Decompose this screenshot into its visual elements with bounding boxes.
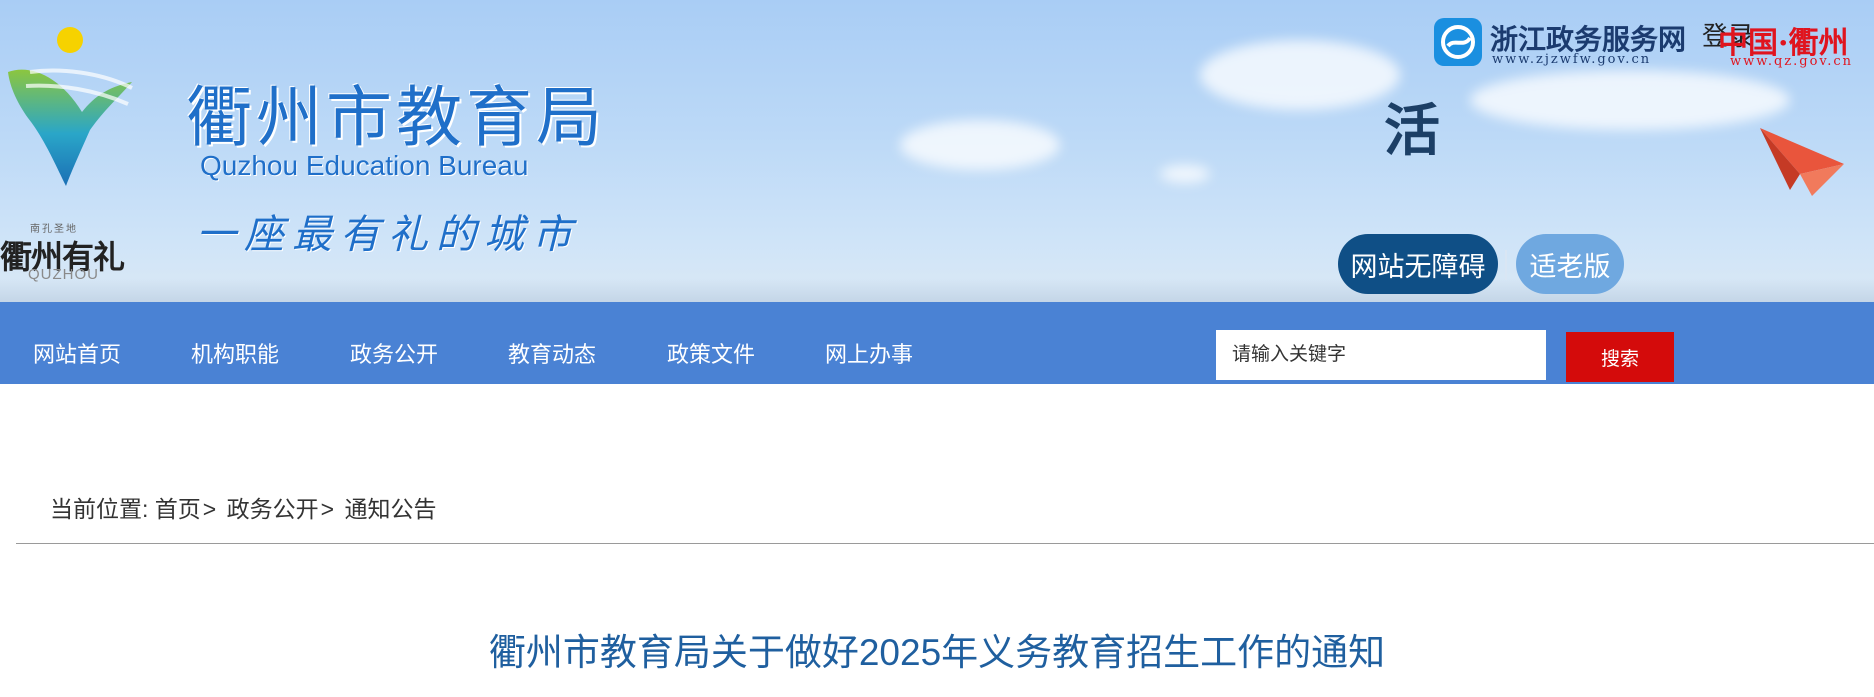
breadcrumb-divider [16,543,1874,544]
site-title-english: Quzhou Education Bureau [200,150,529,181]
header-banner: 南孔圣地 衢州有礼 QUZHOU 衢州市教育局 Quzhou Education… [0,0,1874,302]
cloud-decoration [900,120,1060,170]
cloud-decoration [1160,165,1210,183]
site-slogan: 一座最有礼的城市 [196,212,580,258]
site-title: 衢州市教育局 [186,79,606,156]
emblem-english: QUZHOU [28,266,99,283]
scrolling-banner-text: 活 [1384,98,1440,164]
breadcrumb: 当前位置: 首页> 政务公开> 通知公告 [50,490,436,524]
zjzw-logo-icon[interactable] [1434,18,1482,66]
elder-mode-button[interactable]: 适老版 [1516,234,1624,294]
nav-item-home[interactable]: 网站首页 [33,302,121,384]
emblem-hand-icon [8,27,133,186]
paper-plane-icon [1760,128,1844,196]
zjzw-link-url[interactable]: www.zjzwfw.gov.cn [1492,52,1651,67]
breadcrumb-separator: > [320,496,335,522]
nav-item-education-news[interactable]: 教育动态 [508,302,596,384]
pill-divider [1505,250,1507,280]
search-button[interactable]: 搜索 [1566,332,1674,382]
search-input[interactable] [1216,330,1546,380]
accessibility-button[interactable]: 网站无障碍 [1338,234,1498,294]
breadcrumb-item-notices[interactable]: 通知公告 [344,496,436,522]
nav-item-policy-docs[interactable]: 政策文件 [667,302,755,384]
breadcrumb-item-home[interactable]: 首页 [155,496,201,522]
qz-gov-link-url[interactable]: www.qz.gov.cn [1730,54,1853,69]
nav-item-functions[interactable]: 机构职能 [191,302,279,384]
breadcrumb-item-gov-affairs[interactable]: 政务公开 [227,496,319,522]
breadcrumb-prefix: 当前位置: [50,496,149,522]
cloud-decoration [1470,70,1790,130]
nav-item-online-services[interactable]: 网上办事 [825,302,913,384]
cloud-decoration [1200,40,1400,110]
nav-item-gov-affairs[interactable]: 政务公开 [350,302,438,384]
quzhou-emblem-logo: 南孔圣地 衢州有礼 QUZHOU [0,20,150,283]
breadcrumb-separator: > [202,496,217,522]
article-title: 衢州市教育局关于做好2025年义务教育招生工作的通知 [488,632,1386,673]
